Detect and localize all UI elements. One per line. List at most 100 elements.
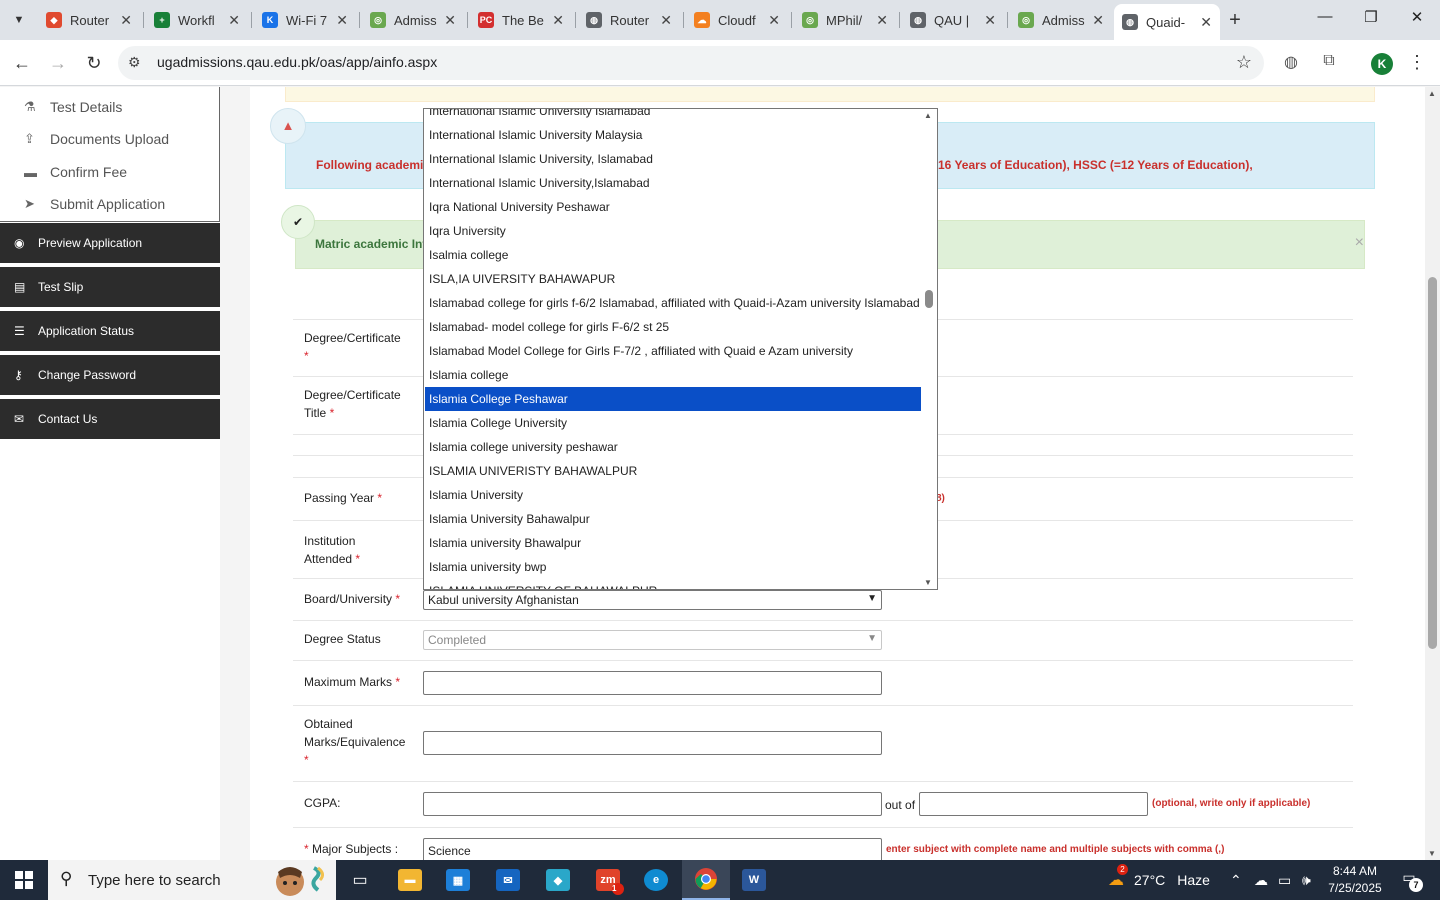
dropdown-option[interactable]: Islamia College University xyxy=(425,411,921,435)
close-window-button[interactable]: ✕ xyxy=(1394,8,1440,32)
sidebar-item-preview-application[interactable]: ◉ Preview Application xyxy=(0,223,220,265)
degree-status-select[interactable]: Completed ▼ xyxy=(423,630,882,650)
dropdown-option[interactable]: Islamia university Bhawalpur xyxy=(425,531,921,555)
scroll-down-icon[interactable]: ▼ xyxy=(1428,849,1436,858)
restore-button[interactable]: ❐ xyxy=(1348,8,1394,32)
dropdown-option[interactable]: Islamabad- model college for girls F-6/2… xyxy=(425,315,921,339)
browser-menu-icon[interactable]: ⋮ xyxy=(1408,52,1426,73)
dropdown-option[interactable]: Islamia college xyxy=(425,363,921,387)
close-tab-icon[interactable]: ✕ xyxy=(762,12,780,29)
dropdown-option[interactable]: Islamabad college for girls f-6/2 Islama… xyxy=(425,291,921,315)
dropdown-option[interactable]: ISLA,IA UIVERSITY BAHAWAPUR xyxy=(425,267,921,291)
browser-tab[interactable]: ☁ Cloudf ✕ xyxy=(686,6,788,34)
browser-tab[interactable]: K Wi-Fi 7 ✕ xyxy=(254,6,356,34)
board-university-select[interactable]: Kabul university Afghanistan ▼ xyxy=(423,590,882,610)
close-tab-icon[interactable]: ✕ xyxy=(654,12,672,29)
dropdown-option[interactable]: Islamia University xyxy=(425,483,921,507)
dropdown-option[interactable]: Iqra National University Peshawar xyxy=(425,195,921,219)
show-hidden-icons-chevron-icon[interactable]: ⌃ xyxy=(1230,860,1242,900)
taskbar-clock[interactable]: 8:44 AM 7/25/2025 xyxy=(1322,863,1388,897)
dropdown-option[interactable]: Islamia college university peshawar xyxy=(425,435,921,459)
volume-icon[interactable]: 🕪 xyxy=(1302,860,1311,900)
browser-tab[interactable]: ◍ QAU | ✕ xyxy=(902,6,1004,34)
network-icon[interactable]: ▭ xyxy=(1278,860,1291,900)
profile-avatar[interactable]: K xyxy=(1371,53,1393,75)
file-explorer-icon[interactable]: ▬ xyxy=(386,860,434,900)
onedrive-icon[interactable]: ☁ xyxy=(1254,860,1268,900)
cgpa-out-of-input[interactable] xyxy=(919,792,1148,816)
close-tab-icon[interactable]: ✕ xyxy=(114,12,132,29)
university-dropdown-list[interactable]: International Islamic University Islamab… xyxy=(423,108,938,590)
address-bar[interactable]: ⚙ ugadmissions.qau.edu.pk/oas/app/ainfo.… xyxy=(118,46,1264,80)
dropdown-option-selected[interactable]: Islamia College Peshawar xyxy=(425,387,921,411)
new-tab-button[interactable]: + xyxy=(1222,8,1248,32)
dropdown-scrollbar-thumb[interactable] xyxy=(925,290,933,308)
start-button[interactable] xyxy=(0,860,48,900)
scroll-up-icon[interactable]: ▲ xyxy=(924,111,932,120)
dropdown-option[interactable]: ISLAMIA UNIVERSITY OF BAHAWALPUR xyxy=(425,579,921,589)
task-view-icon[interactable]: ▭ xyxy=(336,860,384,900)
close-tab-icon[interactable]: ✕ xyxy=(222,12,240,29)
close-tab-icon[interactable]: ✕ xyxy=(546,12,564,29)
weather-widget[interactable]: ☁ 2 27°C Haze xyxy=(1108,860,1210,900)
browser-tab[interactable]: ◍ Router ✕ xyxy=(578,6,680,34)
browser-tab[interactable]: ◍ Quaid- ✕ xyxy=(1114,4,1220,40)
dropdown-option[interactable]: International Islamic University Islamab… xyxy=(425,109,921,123)
bookmark-star-icon[interactable]: ☆ xyxy=(1236,52,1252,73)
extensions-icon[interactable]: ⧉ xyxy=(1318,52,1340,74)
page-scrollbar[interactable]: ▲ ▼ xyxy=(1425,87,1440,860)
site-info-icon[interactable]: ⚙ xyxy=(128,54,141,71)
url-text[interactable]: ugadmissions.qau.edu.pk/oas/app/ainfo.as… xyxy=(157,54,437,70)
sidebar-item-submit-application[interactable]: ➤ Submit Application xyxy=(0,188,220,220)
close-tab-icon[interactable]: ✕ xyxy=(438,12,456,29)
reload-button[interactable]: ↻ xyxy=(80,50,108,76)
browser-tab[interactable]: ◎ MPhil/ ✕ xyxy=(794,6,896,34)
maximum-marks-input[interactable] xyxy=(423,671,882,695)
sidebar-item-contact-us[interactable]: ✉ Contact Us xyxy=(0,399,220,441)
browser-tab[interactable]: ◆ Router ✕ xyxy=(38,6,140,34)
notification-center-icon[interactable]: ▭ 7 xyxy=(1397,869,1423,892)
microsoft-store-icon[interactable]: ▦ xyxy=(434,860,482,900)
browser-tab[interactable]: PC The Be ✕ xyxy=(470,6,572,34)
cgpa-input[interactable] xyxy=(423,792,882,816)
dropdown-option[interactable]: International Islamic University Malaysi… xyxy=(425,123,921,147)
tab-search-dropdown-icon[interactable]: ▼ xyxy=(6,8,32,32)
close-tab-icon[interactable]: ✕ xyxy=(978,12,996,29)
dropdown-option[interactable]: Isalmia college xyxy=(425,243,921,267)
close-tab-icon[interactable]: ✕ xyxy=(330,12,348,29)
dropdown-option[interactable]: Islamia University Bahawalpur xyxy=(425,507,921,531)
close-tab-icon[interactable]: ✕ xyxy=(1194,14,1212,31)
close-tab-icon[interactable]: ✕ xyxy=(1086,12,1104,29)
dropdown-option[interactable]: Islamia university bwp xyxy=(425,555,921,579)
sidebar-item-confirm-fee[interactable]: ▬ Confirm Fee xyxy=(0,156,220,188)
close-tab-icon[interactable]: ✕ xyxy=(870,12,888,29)
back-button[interactable]: ← xyxy=(8,50,36,76)
scroll-up-icon[interactable]: ▲ xyxy=(1428,89,1436,98)
browser-tab[interactable]: ◎ Admiss ✕ xyxy=(1010,6,1112,34)
obtained-marks-input[interactable] xyxy=(423,731,882,755)
sidebar-item-change-password[interactable]: ⚷ Change Password xyxy=(0,355,220,397)
sidebar-item-application-status[interactable]: ☰ Application Status xyxy=(0,311,220,353)
close-icon[interactable]: × xyxy=(1355,234,1364,252)
word-icon[interactable]: W xyxy=(730,860,778,900)
sidebar-item-documents-upload[interactable]: ⇪ Documents Upload xyxy=(0,123,220,155)
minimize-button[interactable]: — xyxy=(1302,8,1348,32)
dropdown-scrollbar[interactable]: ▲ ▼ xyxy=(921,109,937,589)
major-subjects-input[interactable]: Science xyxy=(423,838,882,860)
dropdown-option[interactable]: ISLAMIA UNIVERISTY BAHAWALPUR xyxy=(425,459,921,483)
sidebar-item-test-slip[interactable]: ▤ Test Slip xyxy=(0,267,220,309)
forward-button[interactable]: → xyxy=(44,50,72,76)
app-diamond-icon[interactable]: ◆ xyxy=(534,860,582,900)
edge-icon[interactable]: e xyxy=(632,860,680,900)
dropdown-option[interactable]: International Islamic University,Islamab… xyxy=(425,171,921,195)
mail-icon[interactable]: ✉ xyxy=(484,860,532,900)
page-scrollbar-thumb[interactable] xyxy=(1428,277,1437,649)
dropdown-option[interactable]: Islamabad Model College for Girls F-7/2 … xyxy=(425,339,921,363)
translate-icon[interactable]: ◍ xyxy=(1280,52,1302,74)
dropdown-option[interactable]: International Islamic University, Islama… xyxy=(425,147,921,171)
dropdown-option[interactable]: Iqra University xyxy=(425,219,921,243)
browser-tab[interactable]: + Workfl ✕ xyxy=(146,6,248,34)
chrome-icon[interactable] xyxy=(682,860,730,900)
zoom-icon[interactable]: zm 1 xyxy=(584,860,632,900)
taskbar-search-box[interactable]: ⚲ Type here to search xyxy=(48,860,336,900)
